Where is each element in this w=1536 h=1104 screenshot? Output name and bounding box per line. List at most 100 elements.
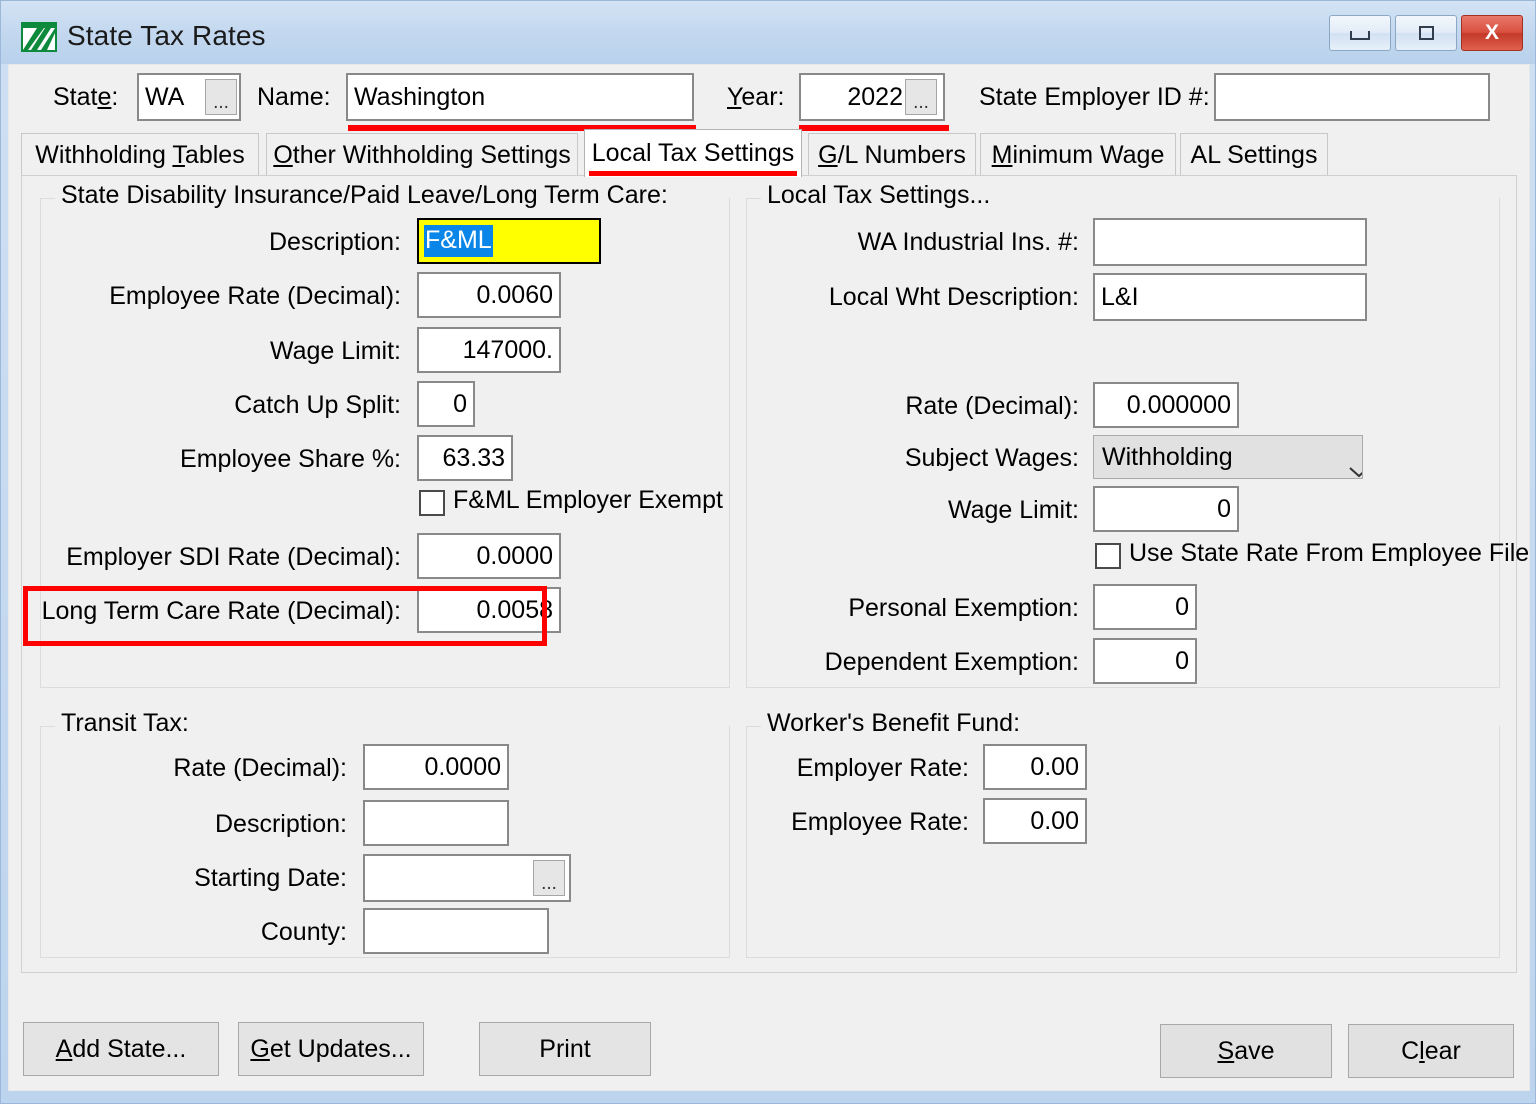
name-value: Washington bbox=[354, 82, 486, 111]
state-browse-label: ... bbox=[213, 91, 229, 113]
print-button[interactable]: Print bbox=[479, 1022, 651, 1076]
employee-share-field[interactable]: 63.33 bbox=[417, 435, 513, 481]
wa-industrial-ins-label: WA Industrial Ins. #: bbox=[857, 228, 1079, 256]
transit-description-field[interactable] bbox=[363, 800, 509, 846]
year-value: 2022 bbox=[847, 82, 903, 111]
catch-up-split-label: Catch Up Split: bbox=[234, 391, 401, 419]
local-wage-limit-value: 0 bbox=[1217, 494, 1231, 523]
wbf-employee-rate-field[interactable]: 0.00 bbox=[983, 798, 1087, 844]
local-rate-value: 0.000000 bbox=[1126, 390, 1231, 419]
workers-benefit-fund-group: Worker's Benefit Fund: Employer Rate: 0.… bbox=[746, 709, 1500, 958]
sdi-wage-limit-field[interactable]: 147000. bbox=[417, 327, 561, 373]
wbf-employee-rate-label: Employee Rate: bbox=[791, 808, 969, 836]
local-tax-settings-page: State Disability Insurance/Paid Leave/Lo… bbox=[21, 175, 1529, 973]
sdi-description-value: F&ML bbox=[424, 225, 493, 257]
tab-minimum-wage[interactable]: Minimum Wage bbox=[980, 133, 1176, 177]
catch-up-split-value: 0 bbox=[453, 389, 467, 418]
local-group-title: Local Tax Settings... bbox=[761, 181, 997, 210]
transit-county-field[interactable] bbox=[363, 908, 549, 954]
window-title: State Tax Rates bbox=[67, 20, 266, 51]
personal-exemption-value: 0 bbox=[1175, 592, 1189, 621]
wbf-employer-rate-field[interactable]: 0.00 bbox=[983, 744, 1087, 790]
fml-employer-exempt-checkbox[interactable] bbox=[419, 490, 445, 516]
tab-withholding-tables[interactable]: Withholding Tables bbox=[21, 133, 259, 177]
year-annotation-underline bbox=[799, 125, 949, 131]
tab-local-tax-settings[interactable]: Local Tax Settings bbox=[584, 129, 802, 177]
get-updates-button[interactable]: Get Updates... bbox=[238, 1022, 424, 1076]
catch-up-split-field[interactable]: 0 bbox=[417, 381, 475, 427]
long-term-care-rate-value: 0.0058 bbox=[476, 595, 553, 624]
client-area: State: WA ... Name: Washington Year: 202… bbox=[8, 64, 1530, 1091]
transit-rate-value: 0.0000 bbox=[424, 752, 501, 781]
state-browse-button[interactable]: ... bbox=[205, 79, 237, 115]
transit-rate-field[interactable]: 0.0000 bbox=[363, 744, 509, 790]
sdi-wage-limit-label: Wage Limit: bbox=[269, 337, 401, 365]
local-rate-label: Rate (Decimal): bbox=[905, 392, 1079, 420]
state-employer-id-label: State Employer ID #: bbox=[979, 83, 1210, 111]
close-button[interactable]: X bbox=[1461, 15, 1523, 51]
local-rate-field[interactable]: 0.000000 bbox=[1093, 382, 1239, 428]
employee-share-label: Employee Share %: bbox=[180, 445, 401, 473]
maximize-button[interactable] bbox=[1395, 15, 1457, 51]
wbf-employer-rate-value: 0.00 bbox=[1030, 752, 1079, 781]
maximize-icon bbox=[1418, 26, 1434, 40]
wa-industrial-ins-field[interactable] bbox=[1093, 218, 1367, 266]
tab-al-settings[interactable]: AL Settings bbox=[1180, 133, 1328, 177]
tab-strip: Withholding Tables Other Withholding Set… bbox=[21, 129, 1517, 177]
transit-county-label: County: bbox=[260, 918, 347, 946]
minimize-button[interactable] bbox=[1329, 15, 1391, 51]
wbf-employee-rate-value: 0.00 bbox=[1030, 806, 1079, 835]
transit-rate-label: Rate (Decimal): bbox=[173, 754, 347, 782]
sdi-description-field[interactable]: F&ML bbox=[417, 218, 601, 264]
long-term-care-rate-field[interactable]: 0.0058 bbox=[417, 587, 561, 633]
dependent-exemption-value: 0 bbox=[1175, 646, 1189, 675]
active-tab-annotation-underline bbox=[589, 171, 797, 176]
personal-exemption-field[interactable]: 0 bbox=[1093, 584, 1197, 630]
employer-sdi-rate-label: Employer SDI Rate (Decimal): bbox=[66, 543, 401, 571]
save-button[interactable]: Save bbox=[1160, 1024, 1332, 1078]
local-tax-settings-group: Local Tax Settings... WA Industrial Ins.… bbox=[746, 181, 1529, 688]
green-table-icon bbox=[21, 22, 57, 52]
name-field[interactable]: Washington bbox=[346, 73, 694, 121]
subject-wages-label: Subject Wages: bbox=[904, 444, 1079, 472]
use-state-rate-checkbox[interactable] bbox=[1095, 543, 1121, 569]
employee-share-value: 63.33 bbox=[442, 443, 505, 472]
personal-exemption-label: Personal Exemption: bbox=[848, 594, 1079, 622]
local-wage-limit-label: Wage Limit: bbox=[947, 496, 1079, 524]
tab-local-tax-settings-label: Local Tax Settings bbox=[591, 139, 795, 167]
year-browse-button[interactable]: ... bbox=[905, 79, 937, 115]
description-label: Description: bbox=[269, 228, 401, 256]
employer-sdi-rate-field[interactable]: 0.0000 bbox=[417, 533, 561, 579]
tab-al-settings-label: AL Settings bbox=[1190, 141, 1318, 169]
sdi-paid-leave-ltc-group: State Disability Insurance/Paid Leave/Lo… bbox=[40, 181, 730, 688]
transit-group-title: Transit Tax: bbox=[55, 709, 195, 738]
close-icon: X bbox=[1484, 21, 1499, 44]
tab-gl-numbers[interactable]: G/L Numbers bbox=[808, 133, 976, 177]
subject-wages-value: Withholding bbox=[1102, 442, 1233, 471]
transit-starting-date-browse-button[interactable]: ... bbox=[533, 860, 565, 896]
long-term-care-rate-label: Long Term Care Rate (Decimal): bbox=[41, 597, 401, 625]
minimize-icon bbox=[1350, 31, 1370, 40]
state-label: State: bbox=[53, 83, 119, 111]
sdi-group-title: State Disability Insurance/Paid Leave/Lo… bbox=[55, 181, 674, 210]
local-wht-description-field[interactable]: L&I bbox=[1093, 273, 1367, 321]
sdi-employee-rate-field[interactable]: 0.0060 bbox=[417, 272, 561, 318]
local-wht-description-value: L&I bbox=[1101, 282, 1139, 311]
tab-other-withholding-settings[interactable]: Other Withholding Settings bbox=[266, 133, 578, 177]
transit-starting-date-browse-label: ... bbox=[541, 872, 557, 894]
add-state-button[interactable]: Add State... bbox=[23, 1022, 219, 1076]
local-wht-description-label: Local Wht Description: bbox=[828, 283, 1079, 311]
state-value: WA bbox=[145, 82, 185, 111]
subject-wages-select[interactable]: Withholding bbox=[1093, 435, 1363, 479]
transit-description-label: Description: bbox=[215, 810, 347, 838]
use-state-rate-label: Use State Rate From Employee File bbox=[1129, 539, 1530, 567]
state-employer-id-field[interactable] bbox=[1214, 73, 1490, 121]
dependent-exemption-label: Dependent Exemption: bbox=[824, 648, 1079, 676]
name-label: Name: bbox=[257, 83, 331, 111]
dependent-exemption-field[interactable]: 0 bbox=[1093, 638, 1197, 684]
year-browse-label: ... bbox=[913, 91, 929, 113]
title-bar: State Tax Rates X bbox=[1, 1, 1535, 64]
transit-tax-group: Transit Tax: Rate (Decimal): 0.0000 Desc… bbox=[40, 709, 730, 958]
local-wage-limit-field[interactable]: 0 bbox=[1093, 486, 1239, 532]
clear-button[interactable]: Clear bbox=[1348, 1024, 1514, 1078]
